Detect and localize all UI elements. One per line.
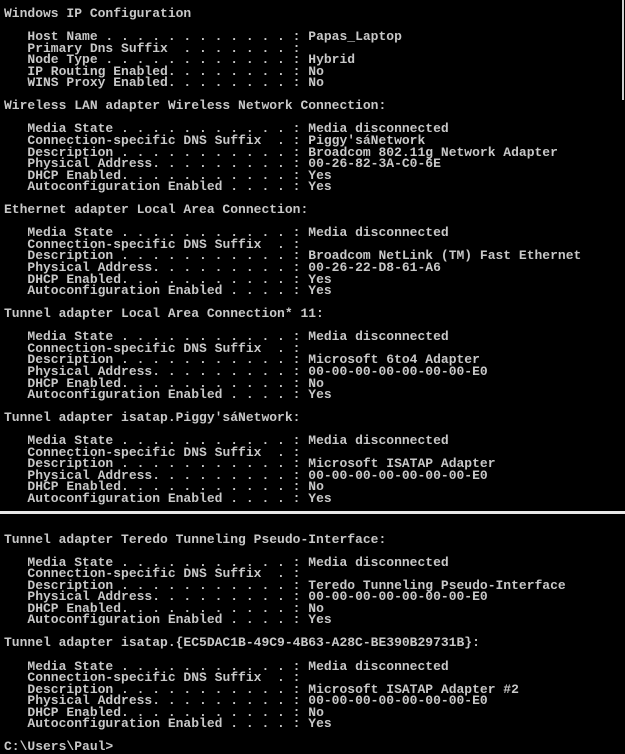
config-value: Media disconnected <box>308 554 449 570</box>
config-value: Yes <box>308 490 332 506</box>
config-value: Media disconnected <box>308 658 449 674</box>
config-row: Autoconfiguration Enabled . . . . : Yes <box>4 387 581 403</box>
config-value: Yes <box>308 716 332 732</box>
config-value: No <box>308 75 324 91</box>
config-label: Autoconfiguration Enabled . . . . : <box>27 490 301 506</box>
section-title: Windows IP Configuration <box>4 6 192 21</box>
config-label: Autoconfiguration Enabled . . . . : <box>27 387 301 403</box>
config-value: Papas_Laptop <box>308 29 402 45</box>
config-row: WINS Proxy Enabled. . . . . . . . : No <box>4 75 581 91</box>
section-title: Tunnel adapter isatap.{EC5DAC1B-49C9-4B6… <box>4 635 480 651</box>
config-label: WINS Proxy Enabled. . . . . . . . : <box>27 75 301 91</box>
config-row: Autoconfiguration Enabled . . . . : Yes <box>4 490 581 506</box>
config-value: 00-00-00-00-00-00-00-E0 <box>308 467 488 483</box>
config-value: Yes <box>308 283 332 299</box>
section-title: Ethernet adapter Local Area Connection: <box>4 202 309 218</box>
config-value: 00-00-00-00-00-00-00-E0 <box>308 589 488 605</box>
config-row: Autoconfiguration Enabled . . . . : Yes <box>4 179 581 195</box>
config-label: Autoconfiguration Enabled . . . . : <box>27 716 301 732</box>
config-value: Yes <box>308 387 332 403</box>
section-title: Wireless LAN adapter Wireless Network Co… <box>4 98 387 114</box>
window-border <box>622 0 624 100</box>
section-title: Tunnel adapter Teredo Tunneling Pseudo-I… <box>4 531 387 547</box>
console-lines: Windows IP Configuration Host Name . . .… <box>4 6 581 516</box>
config-value: Media disconnected <box>308 329 449 345</box>
config-row: Autoconfiguration Enabled . . . . : Yes <box>4 283 581 299</box>
config-row: Autoconfiguration Enabled . . . . : Yes <box>4 716 566 732</box>
config-value: Yes <box>308 179 332 195</box>
config-value: Yes <box>308 612 332 628</box>
console-output-bottom: Tunnel adapter Teredo Tunneling Pseudo-I… <box>0 514 625 753</box>
command-prompt[interactable]: C:\Users\Paul> <box>4 741 566 754</box>
section-title: Tunnel adapter isatap.Piggy'sáNetwork: <box>4 410 301 426</box>
console-lines: Tunnel adapter Teredo Tunneling Pseudo-I… <box>4 522 566 753</box>
config-label: Autoconfiguration Enabled . . . . : <box>27 612 301 628</box>
config-row: Autoconfiguration Enabled . . . . : Yes <box>4 612 566 628</box>
console-output-top: Windows IP Configuration Host Name . . .… <box>0 0 625 511</box>
config-value: 00-00-00-00-00-00-00-E0 <box>308 693 488 709</box>
config-value: Media disconnected <box>308 433 449 449</box>
config-label: Autoconfiguration Enabled . . . . : <box>27 179 301 195</box>
config-value: 00-00-00-00-00-00-00-E0 <box>308 363 488 379</box>
config-value: Media disconnected <box>308 225 449 241</box>
section-title: Tunnel adapter Local Area Connection* 11… <box>4 306 324 322</box>
config-label: Autoconfiguration Enabled . . . . : <box>27 283 301 299</box>
